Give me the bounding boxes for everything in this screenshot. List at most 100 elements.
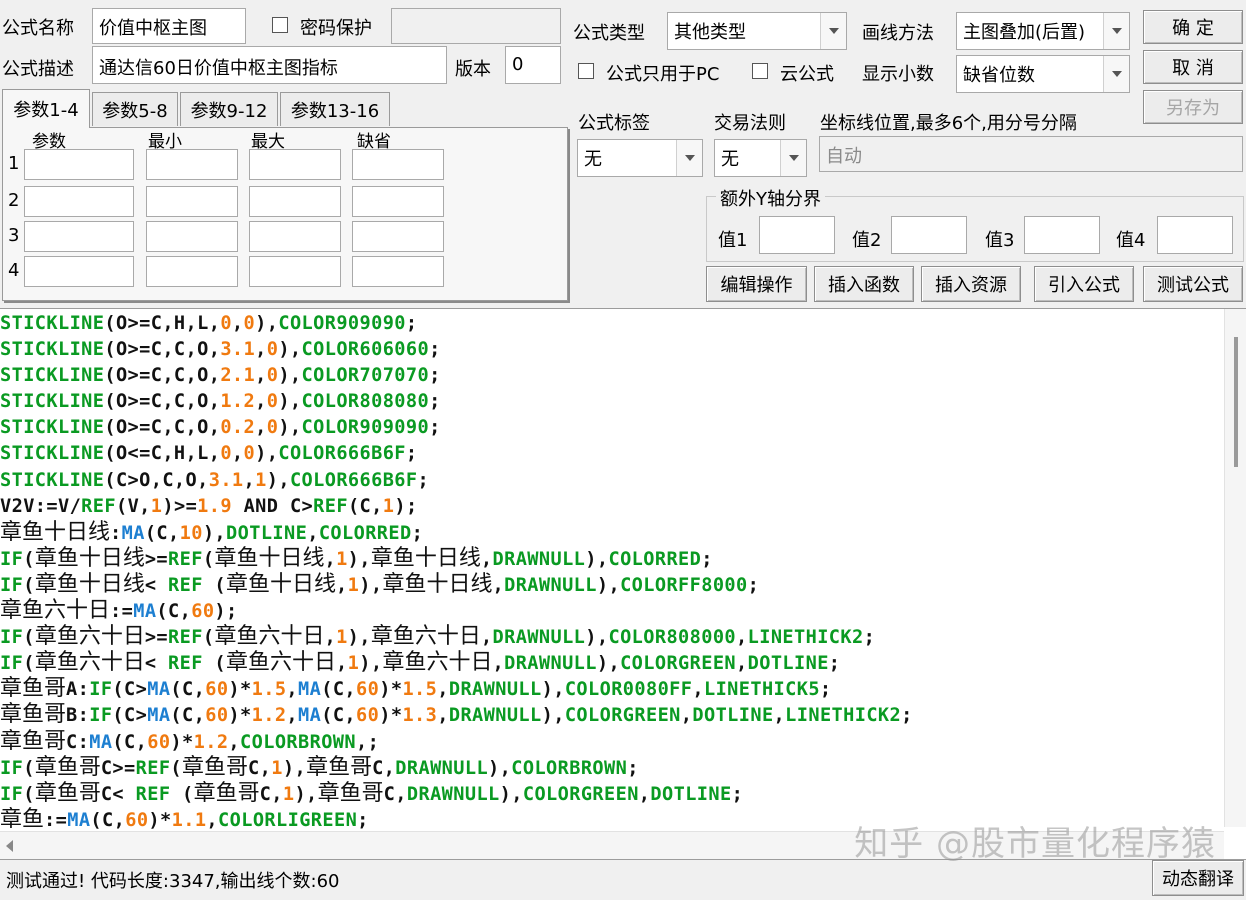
code-line[interactable]: STICKLINE(O>=C,C,O,3.1,0),COLOR606060; <box>0 337 1222 363</box>
code-token: 0 <box>220 443 232 465</box>
vertical-scrollbar[interactable] <box>1224 309 1246 827</box>
param-cell-default[interactable] <box>352 186 444 217</box>
code-line[interactable]: STICKLINE(O<=C,H,L,0,0),COLOR666B6F; <box>0 441 1222 467</box>
code-token: 章鱼十日线 <box>382 571 493 597</box>
axis-position-input[interactable]: 自动 <box>819 136 1243 172</box>
code-token: 0 <box>243 313 256 334</box>
chevron-down-icon[interactable] <box>780 140 806 176</box>
code-token: , <box>680 705 693 727</box>
dynamic-translate-button[interactable]: 动态翻译 <box>1152 860 1244 896</box>
code-token: ( <box>23 627 35 649</box>
code-line[interactable]: IF(章鱼哥C< REF (章鱼哥C,1),章鱼哥C,DRAWNULL),COL… <box>0 781 1222 807</box>
code-line[interactable]: STICKLINE(O>=C,C,O,1.2,0),COLOR808080; <box>0 389 1222 415</box>
code-token: 1 <box>336 627 348 649</box>
extra-y-value2-input[interactable] <box>891 216 967 254</box>
ok-button[interactable]: 确 定 <box>1143 10 1243 44</box>
code-token: ), <box>347 627 371 649</box>
save-as-button[interactable]: 另存为 <box>1143 90 1243 124</box>
code-line[interactable]: IF(章鱼六十日< REF (章鱼六十日,1),章鱼六十日,DRAWNULL),… <box>0 650 1222 676</box>
code-line[interactable]: STICKLINE(O>=C,C,O,2.1,0),COLOR707070; <box>0 363 1222 389</box>
code-content[interactable]: STICKLINE(O>=C,H,L,0,0),COLOR909090; STIC… <box>0 311 1222 833</box>
code-editor[interactable]: STICKLINE(O>=C,H,L,0,0),COLOR909090; STIC… <box>0 308 1246 860</box>
param-cell-min[interactable] <box>146 256 238 287</box>
test-formula-button[interactable]: 测试公式 <box>1143 266 1243 302</box>
code-line[interactable]: V2V:=V/REF(V,1)>=1.9 AND C>REF(C,1); <box>0 494 1222 520</box>
code-token: STICKLINE <box>0 417 105 439</box>
param-cell-name[interactable] <box>24 221 134 252</box>
param-cell-max[interactable] <box>249 149 341 180</box>
extra-y-value3-input[interactable] <box>1024 216 1100 254</box>
code-line[interactable]: 章鱼十日线:MA(C,10),DOTLINE,COLORRED; <box>0 520 1222 546</box>
chevron-down-icon[interactable] <box>820 13 846 49</box>
code-token: ; <box>429 339 441 361</box>
insert-function-button[interactable]: 插入函数 <box>814 266 914 302</box>
extra-y-value1-input[interactable] <box>759 216 835 254</box>
chevron-down-icon[interactable] <box>1103 56 1129 92</box>
tab-params-1-4[interactable]: 参数1-4 <box>2 89 90 128</box>
formula-name-input[interactable]: 价值中枢主图 <box>92 8 246 44</box>
code-token: ( <box>202 548 215 570</box>
code-line[interactable]: STICKLINE(O>=C,H,L,0,0),COLOR909090; <box>0 311 1222 337</box>
formula-tag-select[interactable]: 无 <box>577 139 703 177</box>
chevron-down-icon[interactable] <box>676 140 702 176</box>
tab-params-9-12[interactable]: 参数9-12 <box>180 92 278 126</box>
code-line[interactable]: 章鱼哥B:IF(C>MA(C,60)*1.2,MA(C,60)*1.3,DRAW… <box>0 702 1222 728</box>
trade-rule-select[interactable]: 无 <box>714 139 807 177</box>
import-formula-button[interactable]: 引入公式 <box>1034 266 1134 302</box>
param-cell-default[interactable] <box>352 149 444 180</box>
param-cell-max[interactable] <box>249 256 341 287</box>
insert-resource-button[interactable]: 插入资源 <box>921 266 1021 302</box>
code-token: 1.2 <box>220 391 256 413</box>
code-token: ); <box>394 495 418 517</box>
tab-params-5-8[interactable]: 参数5-8 <box>92 92 178 126</box>
param-cell-min[interactable] <box>146 186 238 217</box>
code-token: DRAWNULL <box>504 653 597 675</box>
code-token: : <box>110 522 122 544</box>
password-checkbox[interactable] <box>272 17 288 33</box>
tab-params-13-16[interactable]: 参数13-16 <box>280 92 390 126</box>
decimals-select[interactable]: 缺省位数 <box>956 55 1130 93</box>
param-cell-default[interactable] <box>352 221 444 252</box>
code-token: ; <box>863 627 876 649</box>
code-line[interactable]: IF(章鱼十日线< REF (章鱼十日线,1),章鱼十日线,DRAWNULL),… <box>0 572 1222 598</box>
code-token: ), <box>347 548 371 570</box>
param-cell-max[interactable] <box>249 221 341 252</box>
code-token: A: <box>66 679 90 701</box>
code-token: C, <box>259 783 283 805</box>
pc-only-checkbox[interactable] <box>578 63 594 79</box>
decimals-label: 显示小数 <box>862 64 934 85</box>
code-line[interactable]: STICKLINE(C>O,C,O,3.1,1),COLOR666B6F; <box>0 468 1222 494</box>
code-line[interactable]: 章鱼哥C:MA(C,60)*1.2,COLORBROWN,; <box>0 729 1222 755</box>
version-input[interactable]: 0 <box>505 46 561 84</box>
formula-desc-input[interactable]: 通达信60日价值中枢主图指标 <box>92 46 447 84</box>
code-token: DOTLINE <box>747 653 829 675</box>
param-cell-name[interactable] <box>24 149 134 180</box>
code-token: REF <box>168 627 203 649</box>
code-token: COLORBROWN <box>240 731 356 753</box>
edit-operations-button[interactable]: 编辑操作 <box>706 266 807 302</box>
formula-type-select[interactable]: 其他类型 <box>667 12 847 50</box>
cloud-checkbox[interactable] <box>752 63 768 79</box>
code-line[interactable]: 章鱼六十日:=MA(C,60); <box>0 598 1222 624</box>
code-line[interactable]: IF(章鱼十日线>=REF(章鱼十日线,1),章鱼十日线,DRAWNULL),C… <box>0 546 1222 572</box>
param-cell-min[interactable] <box>146 149 238 180</box>
extra-y-axis-label: 额外Y轴分界 <box>716 185 825 211</box>
param-cell-default[interactable] <box>352 256 444 287</box>
param-cell-name[interactable] <box>24 186 134 217</box>
code-token: COLORGREEN <box>522 783 639 805</box>
scrollbar-thumb[interactable] <box>1234 337 1238 467</box>
cancel-button[interactable]: 取 消 <box>1143 50 1243 84</box>
draw-method-select[interactable]: 主图叠加(后置) <box>956 12 1130 50</box>
code-line[interactable]: IF(章鱼哥C>=REF(章鱼哥C,1),章鱼哥C,DRAWNULL),COLO… <box>0 755 1222 781</box>
code-line[interactable]: IF(章鱼六十日>=REF(章鱼六十日,1),章鱼六十日,DRAWNULL),C… <box>0 624 1222 650</box>
code-line[interactable]: STICKLINE(O>=C,C,O,0.2,0),COLOR909090; <box>0 415 1222 441</box>
scroll-left-icon[interactable] <box>6 840 13 852</box>
password-input[interactable] <box>391 8 561 44</box>
chevron-down-icon[interactable] <box>1103 13 1129 49</box>
code-line[interactable]: 章鱼哥A:IF(C>MA(C,60)*1.5,MA(C,60)*1.5,DRAW… <box>0 676 1222 702</box>
code-token: AND C> <box>231 495 314 517</box>
extra-y-value4-input[interactable] <box>1157 216 1233 254</box>
param-cell-min[interactable] <box>146 221 238 252</box>
param-cell-name[interactable] <box>24 256 134 287</box>
param-cell-max[interactable] <box>249 186 341 217</box>
